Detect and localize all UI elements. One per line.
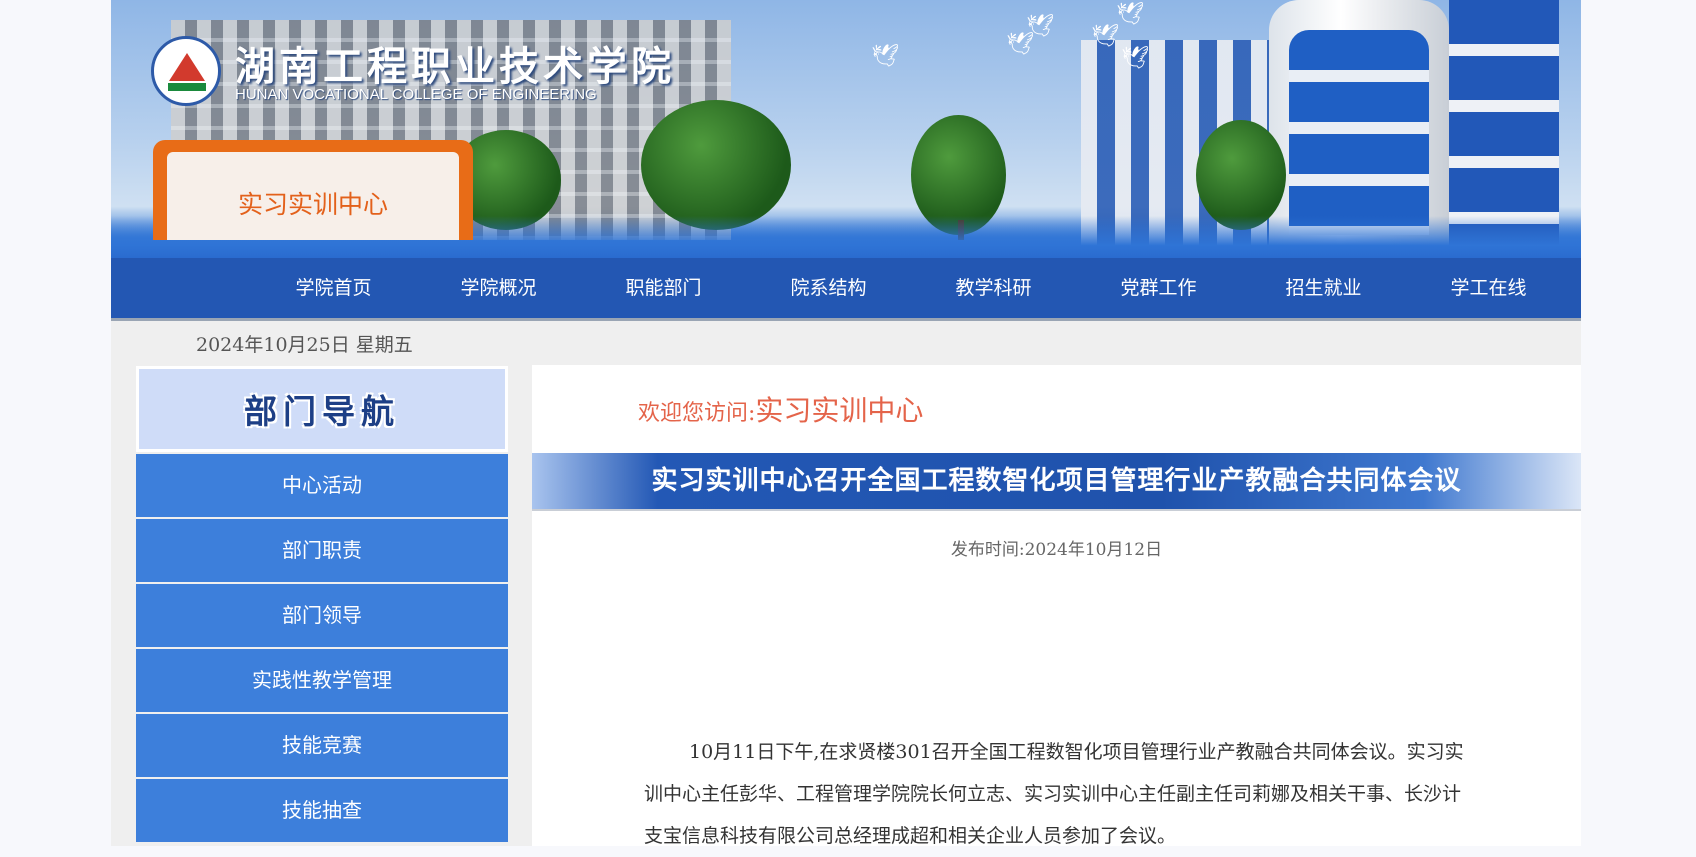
building-tower-image [1269, 0, 1449, 245]
nav-item-party-work[interactable]: 党群工作 [1076, 258, 1241, 318]
welcome-line: 欢迎您访问:实习实训中心 [638, 389, 923, 429]
school-name-en: HUNAN VOCATIONAL COLLEGE OF ENGINEERING [235, 86, 597, 103]
sidebar-item-skills-competition[interactable]: 技能竞赛 [136, 714, 508, 777]
dove-icon: 🕊 [871, 44, 899, 69]
sidebar-heading-label: 部门导航 [244, 392, 400, 431]
nav-list: 学院首页 学院概况 职能部门 院系结构 教学科研 党群工作 招生就业 学工在线 [251, 258, 1571, 318]
logo-triangle [169, 53, 205, 81]
sidebar-item-center-activities[interactable]: 中心活动 [136, 454, 508, 517]
dove-icon: 🕊 [1091, 24, 1119, 49]
article-paragraph: 10月11日下午,在求贤楼301召开全国工程数智化项目管理行业产教融合共同体会议… [644, 741, 1464, 847]
sidebar-item-practical-teaching[interactable]: 实践性教学管理 [136, 649, 508, 712]
nav-item-faculties[interactable]: 院系结构 [746, 258, 911, 318]
welcome-department: 实习实训中心 [755, 394, 924, 427]
page-wrapper: 🕊 🕊 🕊 🕊 🕊 🕊 湖南工程职业技术学院 HUNAN VOCATIONAL … [111, 0, 1581, 847]
dove-icon: 🕊 [1121, 46, 1149, 71]
publish-time: 发布时间:2024年10月12日 [950, 540, 1163, 560]
header-banner: 🕊 🕊 🕊 🕊 🕊 🕊 湖南工程职业技术学院 HUNAN VOCATIONAL … [111, 0, 1581, 258]
dove-icon: 🕊 [1026, 14, 1054, 39]
tree-image [641, 100, 791, 230]
main-nav: 学院首页 学院概况 职能部门 院系结构 教学科研 党群工作 招生就业 学工在线 [111, 258, 1581, 321]
nav-item-overview[interactable]: 学院概况 [416, 258, 581, 318]
nav-item-student-affairs[interactable]: 学工在线 [1406, 258, 1571, 318]
main-content: 欢迎您访问:实习实训中心 实习实训中心召开全国工程数智化项目管理行业产教融合共同… [532, 365, 1581, 847]
welcome-label: 欢迎您访问: [638, 401, 756, 426]
nav-item-teaching-research[interactable]: 教学科研 [911, 258, 1076, 318]
nav-item-departments[interactable]: 职能部门 [581, 258, 746, 318]
logo-bar [168, 83, 206, 91]
building-tower-side-image [1449, 0, 1559, 245]
school-logo[interactable] [151, 36, 221, 106]
department-name: 实习实训中心 [237, 190, 388, 219]
article-title-bar: 实习实训中心召开全国工程数智化项目管理行业产教融合共同体会议 [532, 453, 1581, 511]
school-name-cn: 湖南工程职业技术学院 [235, 43, 675, 90]
sidebar-heading: 部门导航 [136, 366, 508, 452]
dove-icon: 🕊 [1116, 2, 1144, 27]
sidebar: 部门导航 中心活动 部门职责 部门领导 实践性教学管理 技能竞赛 技能抽查 [136, 366, 508, 842]
sidebar-item-department-leaders[interactable]: 部门领导 [136, 584, 508, 647]
sidebar-item-skills-inspection[interactable]: 技能抽查 [136, 779, 508, 842]
department-board: 实习实训中心 [153, 140, 473, 240]
nav-item-admissions[interactable]: 招生就业 [1241, 258, 1406, 318]
article-title: 实习实训中心召开全国工程数智化项目管理行业产教融合共同体会议 [651, 466, 1462, 496]
nav-item-home[interactable]: 学院首页 [251, 258, 416, 318]
article-body: 10月11日下午,在求贤楼301召开全国工程数智化项目管理行业产教融合共同体会议… [644, 731, 1474, 857]
sidebar-item-department-duties[interactable]: 部门职责 [136, 519, 508, 582]
current-date: 2024年10月25日 星期五 [196, 334, 413, 356]
tree-image [1196, 120, 1286, 230]
